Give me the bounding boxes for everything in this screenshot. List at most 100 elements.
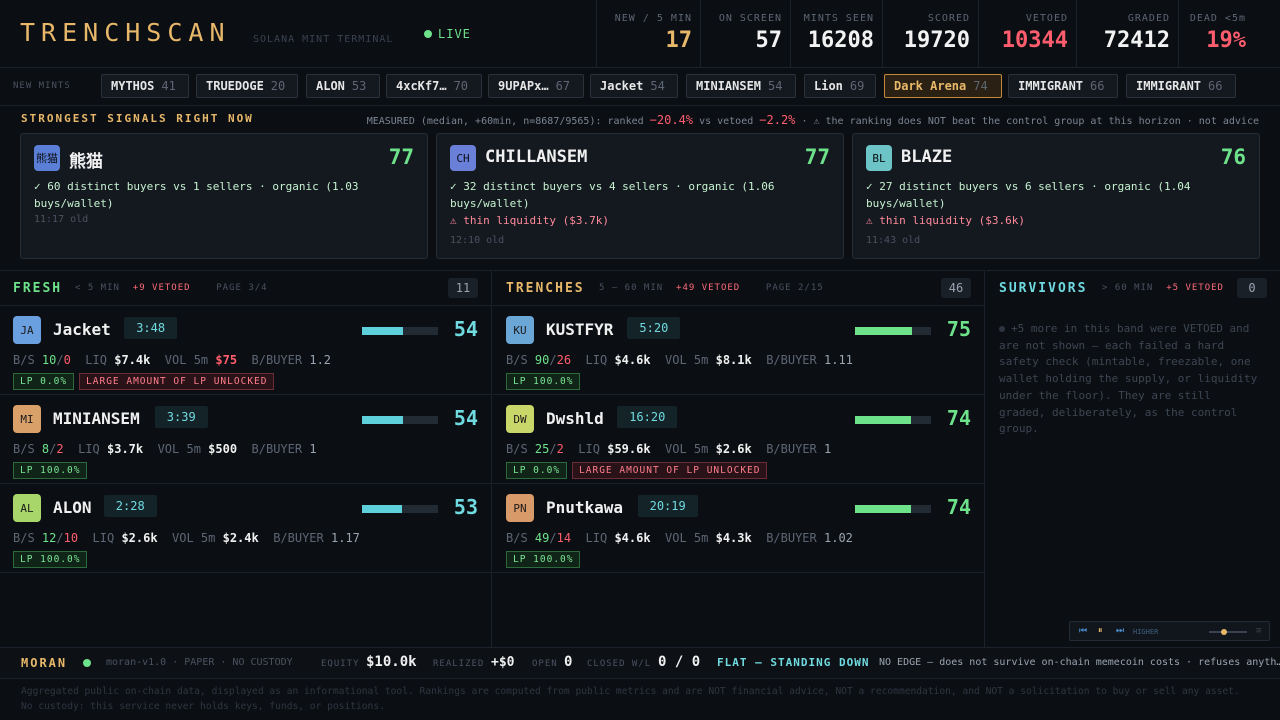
mint-chip-score: 53 [351,79,367,93]
mint-chip[interactable]: Jacket 54 [590,74,678,98]
tagline: SOLANA MINT TERMINAL [253,34,394,45]
liq-value: $4.6k [614,531,651,545]
vol-label: VOL 5m [164,353,209,367]
bs-label: B/S [506,353,528,367]
vol-label: VOL 5m [665,442,709,456]
buys-count: 90 [534,353,550,367]
token-avatar-icon: PN [506,494,534,522]
token-score: 75 [946,317,971,341]
score-bar-fill [855,505,912,513]
mint-chip-name: MYTHOS [111,79,155,93]
closed-label: CLOSED W/L [587,659,652,669]
signal-card[interactable]: BL BLAZE 76 ✓ 27 distinct buyers vs 6 selle… [852,133,1260,259]
stat-label: NEW / 5 MIN [614,13,692,24]
fresh-page[interactable]: PAGE 3/4 [216,283,267,293]
token-name: MINIANSEM [53,409,140,428]
fresh-range: < 5 MIN [75,283,120,293]
trenches-page[interactable]: PAGE 2/15 [766,283,824,293]
token-row[interactable]: AL ALON 2:28 53 B/S 12/10 LIQ $2.6k VOL 5m $… [0,484,491,573]
token-tags: LP 0.0% LARGE AMOUNT OF LP UNLOCKED [506,462,768,479]
fresh-meta: < 5 MIN +9 VETOED PAGE 3/4 [75,283,268,293]
volume-slider[interactable] [1209,629,1247,635]
token-name: Pnutkawa [546,498,624,517]
mint-chip-score: 74 [973,79,988,93]
token-row[interactable]: JA Jacket 3:48 54 B/S 10/0 LIQ $7.4k VOL 5m … [0,306,491,395]
token-score: 74 [946,406,971,430]
token-name: Jacket [53,320,111,339]
signal-score: 76 [1220,145,1246,169]
token-row[interactable]: MI MINIANSEM 3:39 54 B/S 8/2 LIQ $3.7k VOL 5… [0,395,491,484]
stat-value: 72412 [1103,28,1170,53]
mint-chip-score: 20 [270,79,286,93]
mint-chip[interactable]: ALON 53 [306,74,380,98]
signal-card[interactable]: CH CHILLANSEM 77 ✓ 32 distinct buyers vs 4 … [436,133,844,259]
token-row[interactable]: PN Pnutkawa 20:19 74 B/S 49/14 LIQ $4.6k VOL… [493,484,984,573]
token-stats: B/S 49/14 LIQ $4.6k VOL 5m $4.3k B/BUYER… [506,531,853,545]
mint-chip[interactable]: MYTHOS 41 [101,74,189,98]
bpb-label: B/BUYER [766,531,817,545]
stat-6: DEAD <5m 19% [1178,0,1254,68]
mint-chip[interactable]: IMMIGRANT 66 [1126,74,1236,98]
score-bar [362,505,438,513]
vol-label: VOL 5m [172,531,216,545]
survivors-range: > 60 MIN [1102,283,1154,293]
token-avatar-icon: CH [450,145,476,171]
bot-status-dot-icon [83,659,91,667]
sells-count: 2 [56,442,64,456]
live-dot-icon [424,30,432,38]
trenches-header: TRENCHES 5 – 60 MIN +49 VETOED PAGE 2/15… [493,271,984,306]
survivors-count: 0 [1237,278,1267,298]
token-score: 53 [453,495,478,519]
menu-icon[interactable]: ≡ [1256,626,1261,636]
liq-value: $3.7k [107,442,144,456]
mint-chip[interactable]: Dark Arena 74 [884,74,1002,98]
mint-chip-name: IMMIGRANT [1136,79,1202,93]
survivors-header: SURVIVORS > 60 MIN +5 VETOED 0 [986,271,1280,306]
token-row[interactable]: KU KUSTFYR 5:20 75 B/S 90/26 LIQ $4.6k VOL 5… [493,306,984,395]
trenches-title: TRENCHES [506,281,585,296]
edge-note: NO EDGE — does not survive on-chain meme… [879,657,1280,668]
mint-chip-score: 67 [555,79,571,93]
signal-card[interactable]: 熊猫 熊猫 77 ✓ 60 distinct buyers vs 1 sellers … [20,133,428,259]
sells-count: 14 [556,531,572,545]
mint-chip[interactable]: IMMIGRANT 66 [1008,74,1118,98]
mint-chip[interactable]: 9UPAPx… 67 [488,74,584,98]
liq-label: LIQ [585,531,608,545]
stat-label: DEAD <5m [1189,13,1246,24]
fresh-count: 11 [448,278,478,298]
score-bar-fill [855,327,912,335]
prev-icon[interactable]: ⏮ [1079,626,1087,636]
token-stats: B/S 10/0 LIQ $7.4k VOL 5m $75 B/BUYER 1.… [13,353,332,367]
mint-chip[interactable]: TRUEDOGE 20 [196,74,298,98]
trenches-range: 5 – 60 MIN [599,283,664,293]
survivors-note: +5 more in this band were VETOED and are… [999,321,1259,438]
lp-badge: LP 100.0% [13,462,88,479]
token-avatar-icon: 熊猫 [34,145,60,171]
token-name: KUSTFYR [546,320,614,339]
score-bar-fill [362,416,404,424]
mint-chip[interactable]: MINIANSEM 54 [686,74,796,98]
stat-value: 19% [1206,28,1246,53]
token-avatar-icon: KU [506,316,534,344]
mint-chip-score: 54 [768,79,783,93]
equity-value: $10.0k [366,654,417,670]
fresh-vetoed: +9 VETOED [132,283,191,293]
volume-knob[interactable] [1221,629,1227,635]
pause-icon[interactable]: ⏸ [1098,626,1103,636]
score-bar [855,505,931,513]
stat-value: 19720 [903,28,970,53]
mint-chip[interactable]: 4xcKf7… 70 [386,74,482,98]
token-stats: B/S 90/26 LIQ $4.6k VOL 5m $8.1k B/BUYER… [506,353,853,367]
token-age: 3:39 [154,406,208,428]
trenches-column: TRENCHES 5 – 60 MIN +49 VETOED PAGE 2/15… [493,270,985,647]
survivors-vetoed: +5 VETOED [1166,283,1224,293]
score-bar-fill [362,505,403,513]
sells-count: 10 [63,531,79,545]
brand-logo[interactable]: TRENCHSCAN [20,18,231,47]
signal-reason: ✓ 32 distinct buyers vs 4 sellers · orga… [450,180,775,210]
mint-chip[interactable]: Lion 69 [804,74,876,98]
token-row[interactable]: DW Dwshld 16:20 74 B/S 25/2 LIQ $59.6k VOL 5… [493,395,984,484]
next-icon[interactable]: ⏭ [1116,626,1124,636]
liq-label: LIQ [85,353,107,367]
stat-3: SCORED 19720 [882,0,978,68]
